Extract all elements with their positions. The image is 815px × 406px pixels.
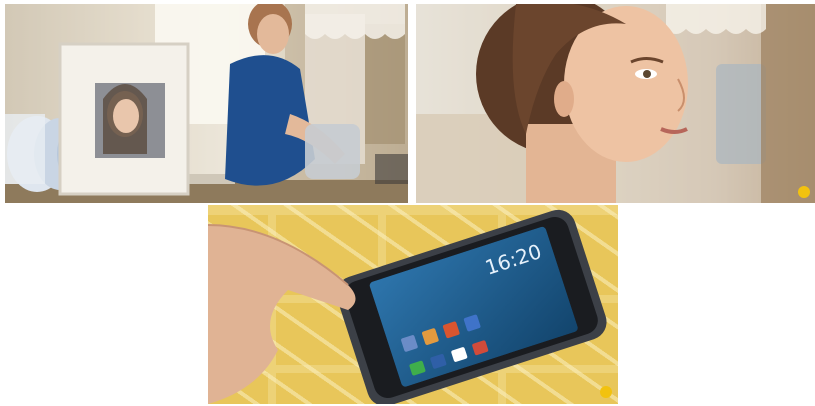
watermark-logo [798, 186, 810, 198]
portrait-closeup-image [416, 4, 815, 203]
portrait-art [416, 4, 815, 203]
hand [208, 225, 356, 404]
smartphone [336, 209, 607, 404]
smartphone-closeup-image: 16:20 [208, 205, 618, 404]
smartphone-art: 16:20 [208, 205, 618, 404]
kitchen-scene-art [5, 4, 408, 203]
watermark-logo [600, 386, 612, 398]
kitchen-scene-image [5, 4, 408, 203]
